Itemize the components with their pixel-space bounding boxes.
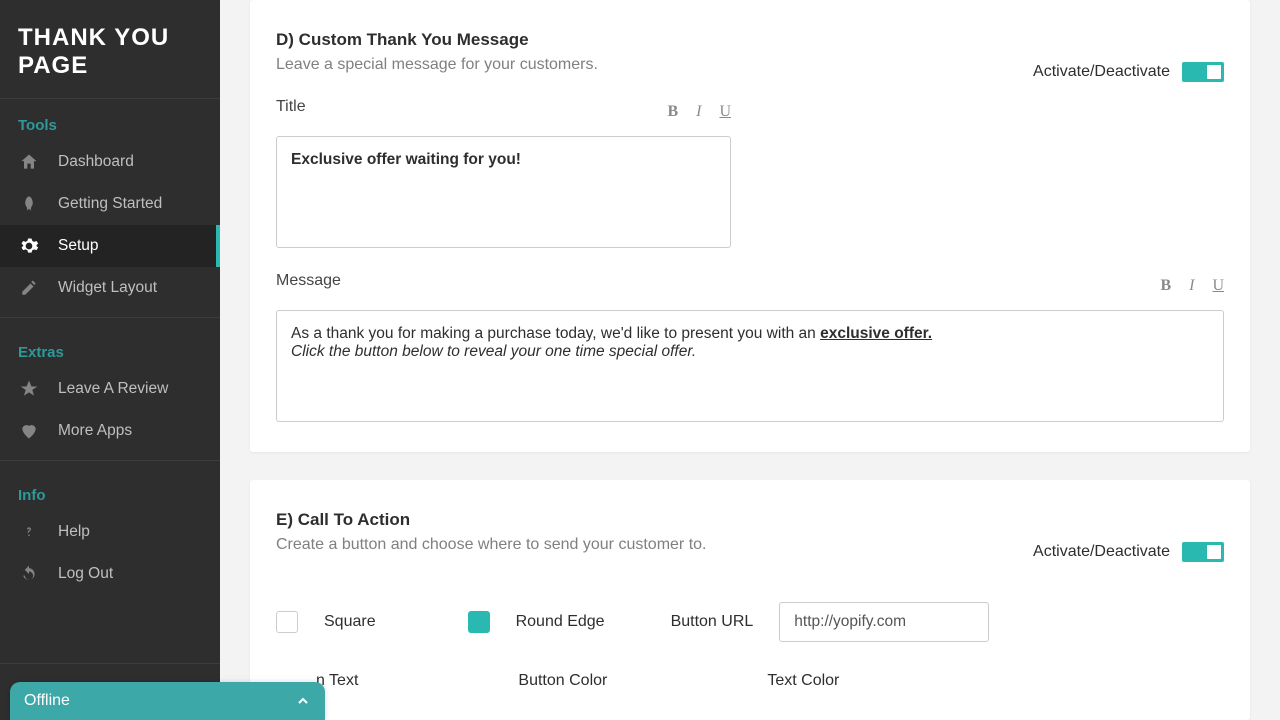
sidebar-item-label: More Apps (58, 422, 132, 440)
section-title: E) Call To Action (276, 510, 410, 530)
bold-button[interactable]: B (667, 103, 678, 121)
divider (0, 317, 220, 318)
main-content: D) Custom Thank You Message Leave a spec… (220, 0, 1280, 720)
status-bar[interactable]: Offline (10, 682, 325, 720)
toggle-label: Activate/Deactivate (1033, 63, 1170, 81)
activate-toggle[interactable] (1182, 62, 1224, 82)
italic-button[interactable]: I (1189, 277, 1194, 295)
msg-highlight: exclusive offer. (820, 325, 932, 342)
undo-icon (18, 563, 40, 585)
heart-icon (18, 420, 40, 442)
sidebar: THANK YOU PAGE Tools Dashboard Getting S… (0, 0, 220, 720)
italic-button[interactable]: I (696, 103, 701, 121)
sidebar-item-label: Leave A Review (58, 380, 168, 398)
section-title: Info (18, 487, 46, 504)
message-field-label: Message (276, 272, 341, 290)
title-value: Exclusive offer waiting for you! (291, 151, 521, 168)
sidebar-item-logout[interactable]: Log Out (0, 553, 220, 595)
sidebar-item-getting-started[interactable]: Getting Started (0, 183, 220, 225)
msg-text-2: Click the button below to reveal your on… (291, 343, 696, 360)
msg-text: As a thank you for making a purchase tod… (291, 325, 820, 342)
underline-button[interactable]: U (719, 103, 731, 121)
chevron-up-icon (295, 693, 311, 709)
bold-button[interactable]: B (1160, 277, 1171, 295)
round-edge-label: Round Edge (516, 613, 605, 631)
sidebar-item-dashboard[interactable]: Dashboard (0, 141, 220, 183)
sidebar-item-setup[interactable]: Setup (0, 225, 220, 267)
activate-toggle[interactable] (1182, 542, 1224, 562)
star-icon (18, 378, 40, 400)
title-field-label: Title (276, 98, 306, 116)
divider (0, 460, 220, 461)
sidebar-item-label: Log Out (58, 565, 113, 583)
square-checkbox[interactable] (276, 611, 298, 633)
section-info: Info (0, 469, 220, 511)
pencil-icon (18, 277, 40, 299)
status-text: Offline (24, 692, 70, 710)
home-icon (18, 151, 40, 173)
format-toolbar: B I U (1160, 277, 1224, 295)
message-editor[interactable]: As a thank you for making a purchase tod… (276, 310, 1224, 422)
section-e-card: E) Call To Action Create a button and ch… (250, 480, 1250, 720)
section-extras: Extras (0, 326, 220, 368)
section-subtitle: Leave a special message for your custome… (276, 56, 598, 74)
title-editor[interactable]: Exclusive offer waiting for you! (276, 136, 731, 248)
sidebar-item-label: Widget Layout (58, 279, 157, 297)
section-d-card: D) Custom Thank You Message Leave a spec… (250, 0, 1250, 452)
section-title: Extras (18, 344, 64, 361)
sidebar-item-more-apps[interactable]: More Apps (0, 410, 220, 452)
url-label: Button URL (671, 613, 754, 631)
section-subtitle: Create a button and choose where to send… (276, 536, 706, 554)
underline-button[interactable]: U (1212, 277, 1224, 295)
app-logo: THANK YOU PAGE (0, 0, 220, 99)
toggle-label: Activate/Deactivate (1033, 543, 1170, 561)
question-icon (18, 521, 40, 543)
sidebar-item-label: Setup (58, 237, 99, 255)
rocket-icon (18, 193, 40, 215)
sidebar-item-help[interactable]: Help (0, 511, 220, 553)
sidebar-item-widget-layout[interactable]: Widget Layout (0, 267, 220, 309)
section-tools: Tools (0, 99, 220, 141)
sidebar-item-leave-review[interactable]: Leave A Review (0, 368, 220, 410)
button-url-input[interactable] (779, 602, 989, 642)
format-toolbar: B I U (667, 103, 731, 121)
square-label: Square (324, 613, 376, 631)
sidebar-item-label: Help (58, 523, 90, 541)
gear-icon (18, 235, 40, 257)
button-color-label: Button Color (518, 672, 607, 690)
section-title: Tools (18, 117, 57, 134)
round-edge-checkbox[interactable] (468, 611, 490, 633)
sidebar-item-label: Dashboard (58, 153, 134, 171)
text-color-label: Text Color (767, 672, 839, 690)
section-title: D) Custom Thank You Message (276, 30, 529, 50)
sidebar-item-label: Getting Started (58, 195, 162, 213)
